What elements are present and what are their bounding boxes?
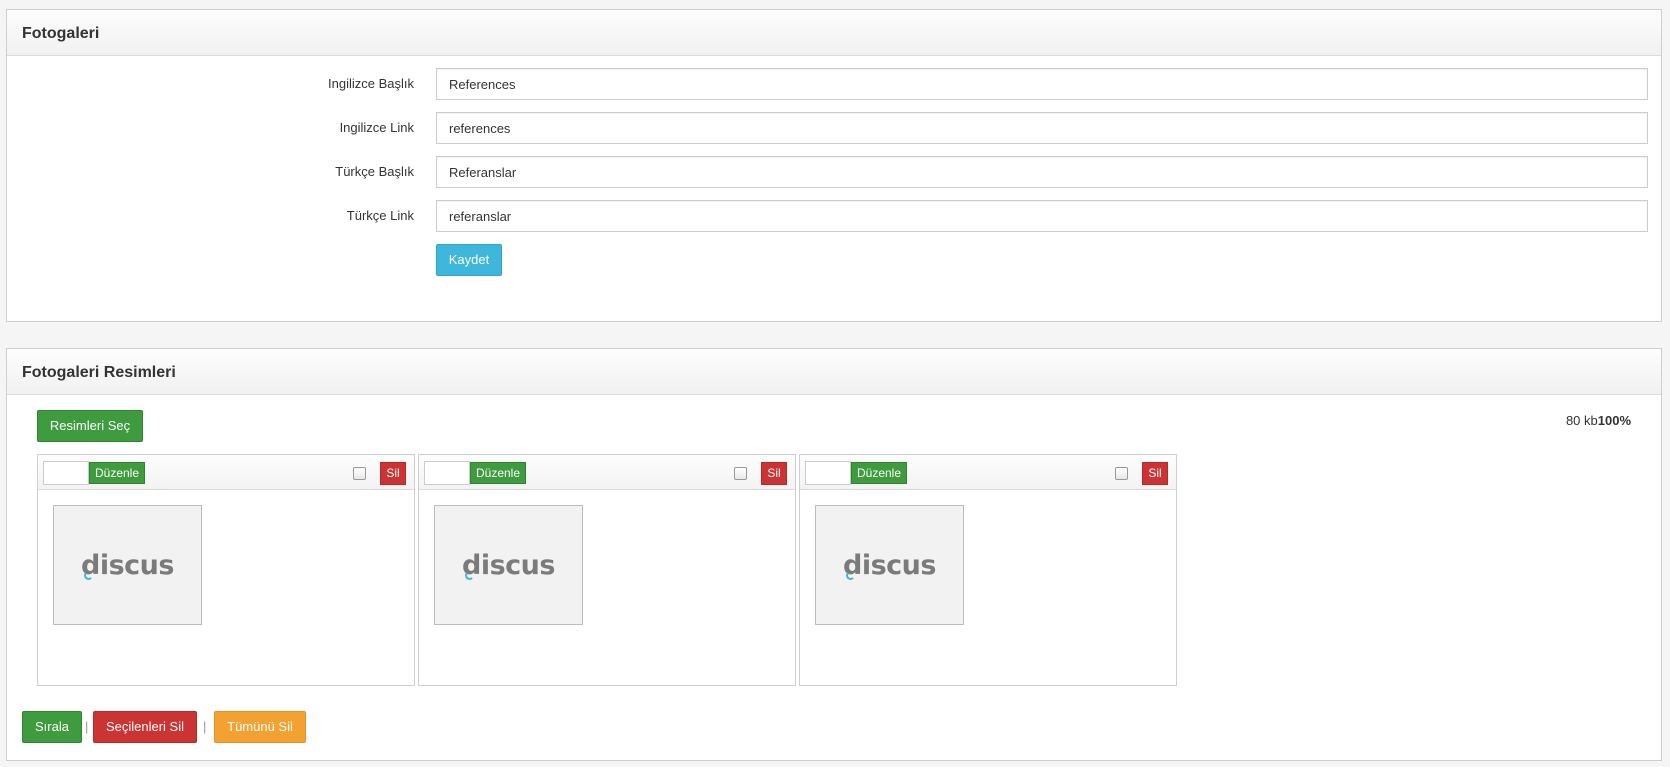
delete-button[interactable]: Sil	[380, 462, 406, 485]
delete-button[interactable]: Sil	[761, 462, 787, 485]
form-row-english-title: Ingilizce Başlık	[7, 68, 1661, 101]
form-row-turkish-title: Türkçe Başlık	[7, 156, 1661, 189]
form-row-english-link: Ingilizce Link	[7, 112, 1661, 145]
order-input[interactable]	[43, 461, 89, 485]
image-thumbnail[interactable]: discus	[434, 505, 583, 625]
logo-text: discus	[843, 549, 936, 581]
discus-logo: discus	[81, 550, 174, 581]
turkish-link-input[interactable]	[436, 200, 1648, 232]
image-card-header: Düzenle Sil	[38, 455, 414, 490]
discus-logo: discus	[462, 550, 555, 581]
turkish-title-input[interactable]	[436, 156, 1648, 188]
english-link-input[interactable]	[436, 112, 1648, 144]
sort-button[interactable]: Sırala	[22, 711, 82, 743]
delete-all-button[interactable]: Tümünü Sil	[214, 711, 306, 743]
gallery-settings-panel: Fotogaleri Ingilizce Başlık Ingilizce Li…	[6, 9, 1662, 322]
edit-button[interactable]: Düzenle	[89, 462, 145, 484]
image-card-header: Düzenle Sil	[419, 455, 795, 490]
upload-percent-text: 100%	[1597, 413, 1631, 428]
english-title-label: Ingilizce Başlık	[328, 76, 414, 91]
image-card: Düzenle Sil discus	[418, 454, 796, 686]
order-input[interactable]	[805, 461, 851, 485]
select-checkbox[interactable]	[1115, 467, 1128, 480]
order-input[interactable]	[424, 461, 470, 485]
turkish-title-label: Türkçe Başlık	[335, 164, 414, 179]
delete-selected-button[interactable]: Seçilenleri Sil	[93, 711, 197, 743]
upload-size-text: 80 kb	[1565, 413, 1598, 428]
logo-accent-icon	[84, 570, 94, 580]
english-link-label: Ingilizce Link	[339, 120, 414, 135]
turkish-link-label: Türkçe Link	[346, 208, 414, 223]
edit-button[interactable]: Düzenle	[470, 462, 526, 484]
panel-heading: Fotogaleri Resimleri	[7, 349, 1661, 395]
image-card: Düzenle Sil discus	[799, 454, 1177, 686]
gallery-images-panel: Fotogaleri Resimleri Resimleri Seç 80 kb…	[6, 348, 1662, 761]
separator: |	[203, 719, 207, 734]
logo-text: discus	[462, 549, 555, 581]
image-thumbnail[interactable]: discus	[815, 505, 964, 625]
image-card: Düzenle Sil discus	[37, 454, 415, 686]
panel-title: Fotogaleri	[22, 25, 100, 42]
delete-button[interactable]: Sil	[1142, 462, 1168, 485]
logo-accent-icon	[846, 570, 856, 580]
image-thumbnail[interactable]: discus	[53, 505, 202, 625]
image-card-header: Düzenle Sil	[800, 455, 1176, 490]
upload-size-info: 80 kb100%	[1566, 413, 1631, 428]
logo-accent-icon	[465, 570, 475, 580]
form-row-turkish-link: Türkçe Link	[7, 200, 1661, 233]
edit-button[interactable]: Düzenle	[851, 462, 907, 484]
panel-title: Fotogaleri Resimleri	[22, 364, 176, 381]
select-checkbox[interactable]	[353, 467, 366, 480]
english-title-input[interactable]	[436, 68, 1648, 100]
select-images-button[interactable]: Resimleri Seç	[37, 410, 143, 442]
separator: |	[85, 719, 89, 734]
logo-text: discus	[81, 549, 174, 581]
select-checkbox[interactable]	[734, 467, 747, 480]
save-button[interactable]: Kaydet	[436, 244, 502, 276]
discus-logo: discus	[843, 550, 936, 581]
panel-heading: Fotogaleri	[7, 10, 1661, 56]
